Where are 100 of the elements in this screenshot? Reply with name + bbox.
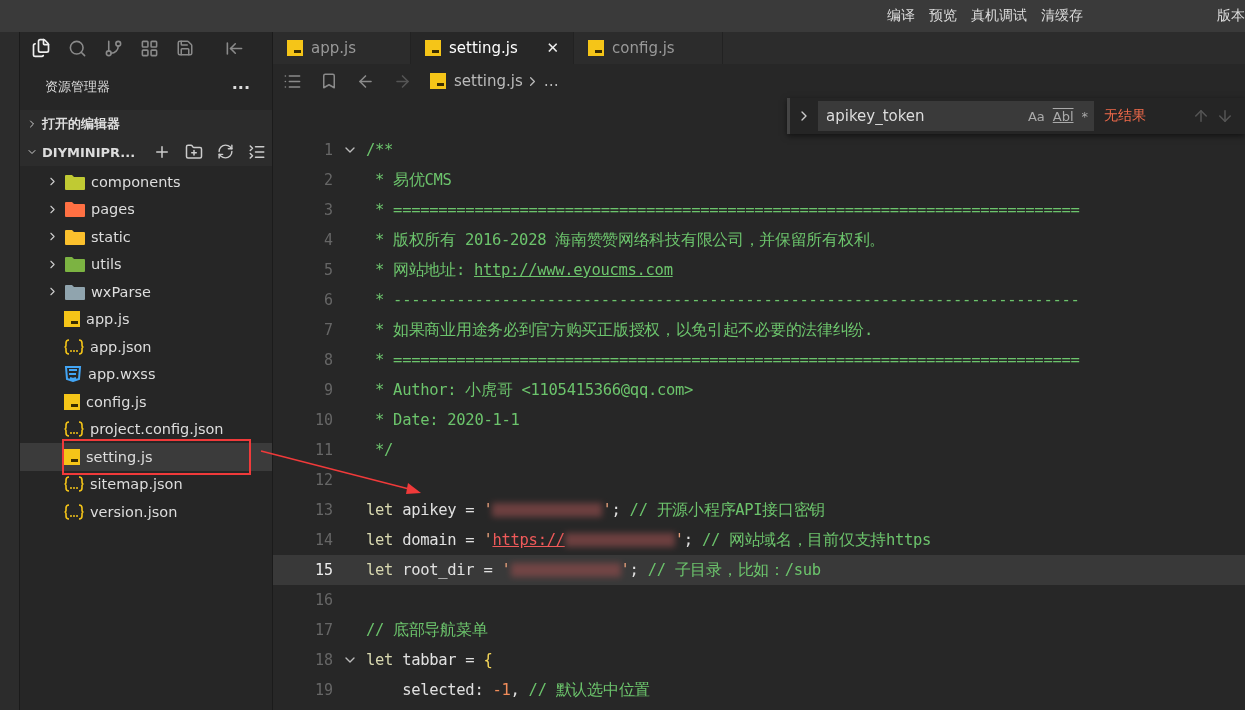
code-text: ; — [683, 531, 694, 549]
code-text: selected: — [401, 681, 485, 699]
line-number: 6 — [322, 291, 333, 309]
braces-icon — [64, 476, 84, 493]
braces-icon — [64, 503, 84, 520]
line-number: 10 — [313, 411, 333, 429]
breadcrumb-file[interactable]: setting.js — [454, 72, 523, 90]
code-text: apikey = — [401, 501, 476, 519]
tree-item[interactable]: static — [20, 223, 272, 251]
line-number: 17 — [313, 621, 333, 639]
tree-item[interactable]: app.js — [20, 305, 272, 333]
css-file-icon — [64, 366, 82, 383]
code-text: * ---------------------------------------------------------------------------- — [374, 291, 1080, 309]
editor-tab[interactable]: setting.js ✕ — [411, 32, 574, 64]
tree-item[interactable]: version.json — [20, 498, 272, 526]
tree-item[interactable]: setting.js — [20, 443, 272, 471]
find-input[interactable]: apikey_token Aa Abl * — [818, 101, 1094, 131]
code-text: ' — [620, 561, 630, 579]
line-number: 2 — [322, 171, 333, 189]
line-number: 9 — [322, 381, 333, 399]
code-text: * 易优CMS — [374, 169, 452, 191]
js-file-icon — [588, 40, 604, 56]
code-text: // 子目录，比如：/sub — [647, 559, 821, 581]
line-number: 13 — [313, 501, 333, 519]
save-icon[interactable] — [176, 39, 194, 57]
code-text: domain = — [401, 531, 476, 549]
find-option[interactable]: * — [1081, 108, 1088, 124]
tree-item[interactable]: sitemap.json — [20, 470, 272, 498]
menu-item[interactable]: 预览 — [929, 7, 957, 25]
files-icon[interactable] — [31, 38, 51, 58]
close-button[interactable]: ✕ — [546, 39, 559, 57]
menu-item[interactable]: 编译 — [887, 7, 915, 25]
code-text: // 底部导航菜单 — [366, 619, 488, 641]
code-text: -1 — [492, 681, 511, 699]
tree-item[interactable]: app.json — [20, 333, 272, 361]
line-number: 8 — [322, 351, 333, 369]
braces-icon — [64, 338, 84, 355]
js-file-icon — [64, 448, 80, 465]
refresh-icon[interactable] — [217, 143, 234, 161]
line-number: 5 — [322, 261, 333, 279]
branch-icon[interactable] — [104, 38, 123, 58]
bookmark-icon[interactable] — [320, 72, 338, 90]
tree-item[interactable]: app.wxss — [20, 360, 272, 388]
code-text: let — [366, 651, 394, 669]
code-text: let — [366, 531, 394, 549]
code-text: * ============================================================================ — [374, 351, 1080, 369]
grid-icon[interactable] — [140, 38, 159, 58]
find-result: 无结果 — [1104, 107, 1146, 125]
js-file-icon — [64, 311, 80, 328]
code-text: * Author: 小虎哥 <1105415366@qq.com> — [374, 379, 694, 401]
find-option[interactable]: Abl — [1052, 108, 1074, 124]
code-text: * Date: 2020-1-1 — [374, 411, 520, 429]
tree-item[interactable]: utils — [20, 250, 272, 278]
code-text: ' — [483, 531, 493, 549]
code-text: ; — [611, 501, 622, 519]
js-file-icon — [287, 40, 303, 56]
line-number: 3 — [322, 201, 333, 219]
code-text: * 如果商业用途务必到官方购买正版授权，以免引起不必要的法律纠纷. — [374, 319, 874, 341]
search-icon[interactable] — [68, 38, 87, 58]
code-text: * 版权所有 2016-2028 海南赞赞网络科技有限公司，并保留所有权利。 — [374, 229, 885, 251]
find-option[interactable]: Aa — [1027, 108, 1045, 124]
tree-item[interactable]: config.js — [20, 388, 272, 416]
menu-item[interactable]: 真机调试 — [971, 7, 1027, 25]
code-text: tabbar = — [401, 651, 476, 669]
code-text: ' — [483, 501, 493, 519]
code-text: * 网站地址: — [374, 259, 466, 281]
plus-icon[interactable] — [153, 143, 171, 161]
code-text: /** — [366, 141, 394, 159]
code-text: let — [366, 501, 394, 519]
code-text: * ============================================================================ — [374, 201, 1080, 219]
line-number: 16 — [313, 591, 333, 609]
code-text: // 默认选中位置 — [528, 679, 650, 701]
tree-item[interactable]: project.config.json — [20, 415, 272, 443]
code-text: ' — [602, 501, 612, 519]
code-text: */ — [374, 441, 394, 459]
tree-item[interactable]: pages — [20, 195, 272, 223]
tree-item[interactable]: wxParse — [20, 278, 272, 306]
line-number: 19 — [313, 681, 333, 699]
line-number: 11 — [313, 441, 333, 459]
menu-item[interactable]: 清缓存 — [1041, 7, 1083, 25]
tree-item[interactable]: components — [20, 168, 272, 196]
section-header[interactable]: 打开的编辑器 — [20, 110, 272, 138]
code-text: , — [510, 681, 521, 699]
breadcrumb-more[interactable]: … — [543, 72, 559, 90]
collapse-list-icon[interactable] — [248, 143, 266, 161]
code-link[interactable]: http://www.eyoucms.com — [473, 261, 673, 279]
code-text: ; — [629, 561, 640, 579]
js-file-icon — [430, 73, 446, 89]
folder-plus-icon[interactable] — [185, 143, 203, 161]
code-text: // 开源小程序API接口密钥 — [629, 499, 826, 521]
code-text: let — [366, 561, 394, 579]
code-text: ' — [674, 531, 684, 549]
code-text: { — [483, 651, 493, 669]
menu-item[interactable]: 版本 — [1217, 7, 1245, 25]
line-number: 18 — [313, 651, 333, 669]
more-button[interactable]: ··· — [231, 77, 250, 97]
section-header[interactable]: DIYMINIPR... — [20, 138, 272, 166]
code-text: root_dir = — [401, 561, 494, 579]
braces-icon — [64, 421, 84, 438]
js-file-icon — [64, 393, 80, 410]
